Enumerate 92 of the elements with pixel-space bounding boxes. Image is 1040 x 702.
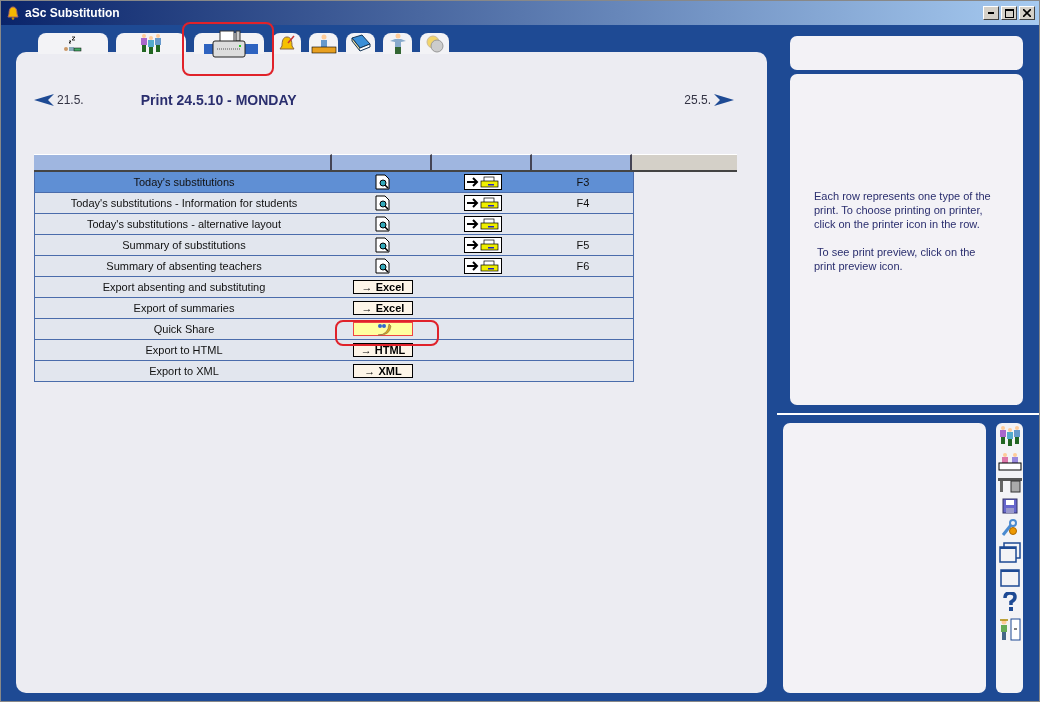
printer-icon xyxy=(212,29,246,58)
previous-day-link[interactable]: 21.5. xyxy=(34,93,84,107)
tab[interactable] xyxy=(346,33,375,54)
toolbar-button[interactable] xyxy=(997,477,1022,493)
row-label: Export of summaries xyxy=(132,302,236,314)
row-label: Summary of absenting teachers xyxy=(105,260,263,272)
help-icon xyxy=(1002,592,1017,612)
tab[interactable] xyxy=(309,33,338,54)
toolbar-button[interactable] xyxy=(1002,592,1017,612)
print-button[interactable] xyxy=(464,174,502,190)
print-row[interactable]: Today's substitutions - alternative layout xyxy=(34,214,634,235)
print-row[interactable]: Today's substitutions F3 xyxy=(34,172,634,193)
export-button[interactable]: → XML xyxy=(353,364,413,378)
wrench-icon xyxy=(1000,519,1019,537)
next-day-label: 25.5. xyxy=(684,93,711,107)
magnifier-on-page-icon xyxy=(375,195,391,211)
row-label: Quick Share xyxy=(152,323,216,335)
arrow-to-printer-icon xyxy=(466,197,500,209)
magnifier-on-page-icon xyxy=(375,174,391,190)
tab[interactable] xyxy=(116,33,186,54)
bell-icon xyxy=(7,6,19,20)
toolbar-button[interactable] xyxy=(997,452,1022,472)
window-icon xyxy=(999,569,1020,587)
row-label: Export to HTML xyxy=(144,344,224,356)
row-label: Export to XML xyxy=(148,365,220,377)
row-label: Today's substitutions xyxy=(132,176,236,188)
row-label: Export absenting and substituting xyxy=(101,281,267,293)
next-day-link[interactable]: 25.5. xyxy=(684,93,734,107)
print-row[interactable]: Export absenting and substituting → Excel xyxy=(34,277,634,298)
print-row[interactable]: Export of summaries → Excel xyxy=(34,298,634,319)
print-row[interactable]: Today's substitutions - Information for students F4 xyxy=(34,193,634,214)
export-button[interactable]: → Excel xyxy=(353,301,413,315)
tab[interactable] xyxy=(420,33,449,54)
print-button[interactable] xyxy=(464,237,502,253)
print-preview-button[interactable] xyxy=(375,216,391,232)
magnifier-on-page-icon xyxy=(375,258,391,274)
arrow-to-printer-icon xyxy=(466,239,500,251)
row-label: Today's substitutions - Information for students xyxy=(69,197,299,209)
people-icon xyxy=(139,32,163,55)
help-text: Each row represents one type of the print. To choose printing on printer, click on the printer icon in the row. xyxy=(814,189,992,231)
row-label: Today's substitutions - alternative layout xyxy=(85,218,283,230)
shortcut-key: F5 xyxy=(576,239,590,251)
toolbar-button[interactable] xyxy=(999,569,1020,587)
print-row[interactable]: Export to HTML → HTML xyxy=(34,340,634,361)
window-title: aSc Substitution xyxy=(25,6,120,20)
print-preview-button[interactable] xyxy=(375,174,391,190)
print-button[interactable] xyxy=(464,258,502,274)
toolbar-button[interactable] xyxy=(1001,498,1018,514)
book-icon xyxy=(349,33,372,54)
toolbar-button[interactable] xyxy=(998,542,1021,564)
print-title: Print 24.5.10 - MONDAY xyxy=(140,92,297,108)
print-row[interactable]: Summary of substitutions F5 xyxy=(34,235,634,256)
row-label: Summary of substitutions xyxy=(121,239,247,251)
people-icon xyxy=(997,425,1022,447)
sleeping-person-icon xyxy=(63,34,83,53)
print-preview-button[interactable] xyxy=(375,195,391,211)
magnifier-on-page-icon xyxy=(375,216,391,232)
tab[interactable] xyxy=(383,33,412,54)
help-text: To see print preview, click on the print preview icon. xyxy=(814,245,977,273)
desk-icon xyxy=(997,477,1022,493)
toolbar-button[interactable] xyxy=(997,425,1022,447)
quick-share-button[interactable] xyxy=(353,322,413,336)
print-row[interactable]: Export to XML → XML xyxy=(34,361,634,382)
left-arrow-icon xyxy=(34,94,54,106)
print-preview-button[interactable] xyxy=(375,258,391,274)
print-row[interactable]: Summary of absenting teachers F6 xyxy=(34,256,634,277)
arrow-to-printer-icon xyxy=(466,176,500,188)
shortcut-key: F4 xyxy=(576,197,590,209)
shortcut-key: F6 xyxy=(576,260,590,272)
previous-day-label: 21.5. xyxy=(57,93,84,107)
arrow-to-printer-icon xyxy=(466,218,500,230)
minimize-button[interactable] xyxy=(983,6,999,20)
maximize-icon xyxy=(1004,8,1014,18)
coins-icon xyxy=(424,33,445,54)
close-button[interactable] xyxy=(1019,6,1035,20)
toolbar-button[interactable] xyxy=(998,617,1021,641)
teacher-at-desk-icon xyxy=(310,33,337,54)
print-button[interactable] xyxy=(464,216,502,232)
bell-icon xyxy=(278,34,295,53)
right-arrow-icon xyxy=(714,94,734,106)
magnifier-on-page-icon xyxy=(375,237,391,253)
print-button[interactable] xyxy=(464,195,502,211)
arrow-to-printer-icon xyxy=(466,260,500,272)
tab[interactable] xyxy=(38,33,108,54)
shortcut-key: F3 xyxy=(576,176,590,188)
minimize-icon xyxy=(988,12,994,14)
print-row[interactable]: Quick Share xyxy=(34,319,634,340)
print-preview-button[interactable] xyxy=(375,237,391,253)
tab[interactable] xyxy=(272,33,301,54)
maximize-button[interactable] xyxy=(1001,6,1017,20)
close-icon xyxy=(1023,9,1031,17)
export-button[interactable]: → Excel xyxy=(353,280,413,294)
